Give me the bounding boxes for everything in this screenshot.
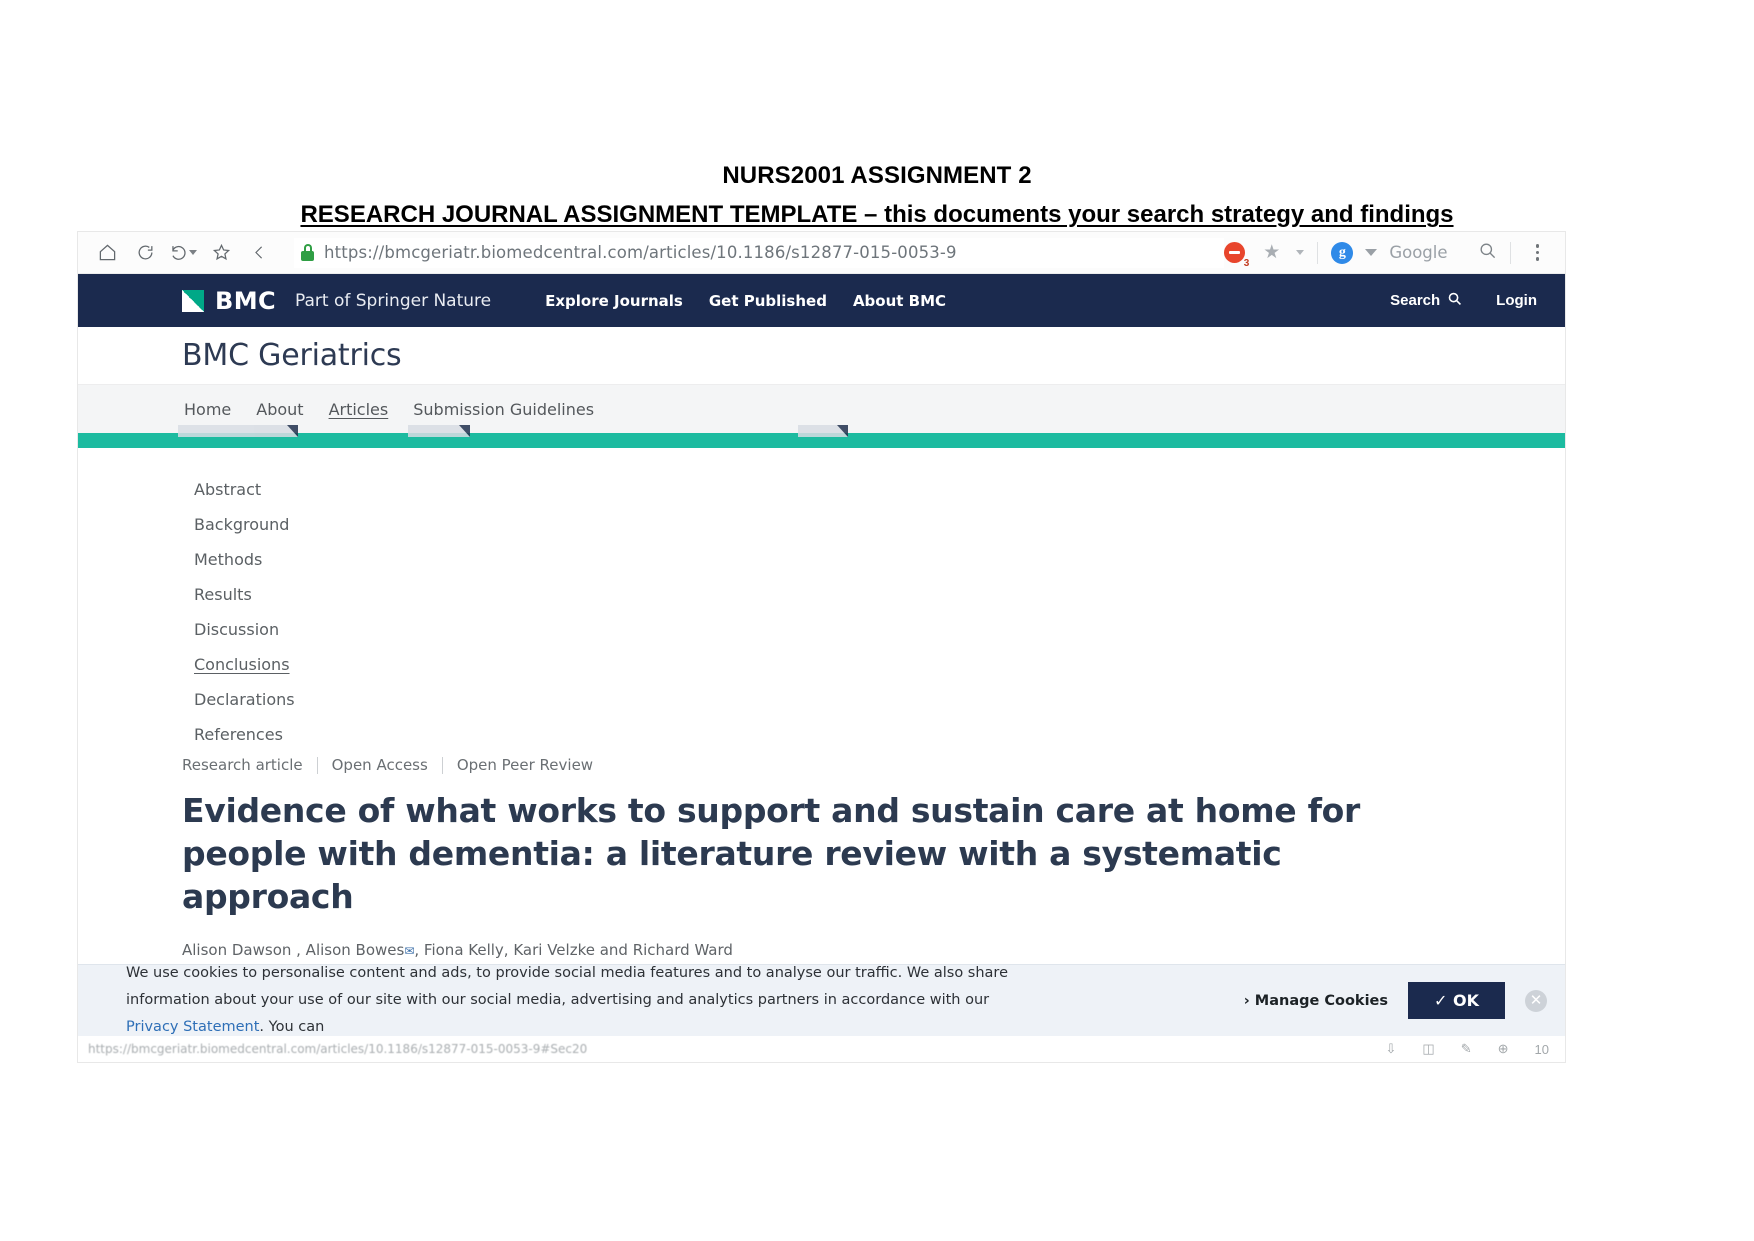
nav-link-explore-journals[interactable]: Explore Journals	[545, 292, 683, 310]
envelope-icon[interactable]: ✉	[404, 944, 414, 958]
history-back-icon[interactable]	[164, 238, 202, 268]
caret-down-icon	[189, 250, 197, 255]
zoom-icon[interactable]: ⊕	[1498, 1041, 1509, 1057]
authors-post: , Fiona Kelly, Kari Velzke and Richard W…	[414, 940, 733, 959]
cookie-ok-button[interactable]: ✓ OK	[1408, 982, 1505, 1019]
cookie-text-part2: . You can	[259, 1018, 325, 1035]
kebab-menu-icon[interactable]	[1528, 244, 1548, 261]
article-body: Abstract Background Methods Results Disc…	[78, 448, 1565, 985]
nav-link-about-bmc[interactable]: About BMC	[853, 292, 946, 310]
toc-item-discussion[interactable]: Discussion	[194, 612, 279, 647]
article-authors: Alison Dawson , Alison Bowes✉, Fiona Kel…	[78, 941, 1565, 959]
login-button[interactable]: Login	[1496, 292, 1537, 309]
browser-statusbar: https://bmcgeriatr.biomedcentral.com/art…	[78, 1036, 1565, 1062]
share-icon[interactable]: ⇩	[1386, 1041, 1397, 1057]
search-icon	[1447, 291, 1462, 310]
subnav-item-articles[interactable]: Articles	[329, 400, 389, 419]
article-meta: Research article Open Access Open Peer R…	[78, 756, 1565, 774]
ribbon-artifact	[178, 425, 298, 437]
authors-pre: Alison Dawson , Alison Bowes	[182, 940, 405, 959]
toc-item-abstract[interactable]: Abstract	[194, 472, 261, 507]
bmc-navbar: BMC Part of Springer Nature Explore Jour…	[78, 274, 1565, 327]
close-icon[interactable]: ✕	[1525, 989, 1547, 1012]
bmc-nav-links: Explore Journals Get Published About BMC	[545, 292, 946, 310]
toc-item-references[interactable]: References	[194, 717, 283, 752]
star-outline-icon[interactable]	[202, 238, 240, 268]
reading-view-icon[interactable]: ◫	[1422, 1041, 1434, 1057]
article-toc: Abstract Background Methods Results Disc…	[78, 472, 1565, 752]
page-subtitle: RESEARCH JOURNAL ASSIGNMENT TEMPLATE – t…	[300, 201, 1454, 229]
bmc-logo[interactable]: BMC Part of Springer Nature	[182, 287, 491, 315]
subnav-item-home[interactable]: Home	[184, 400, 231, 419]
chevron-left-icon[interactable]	[240, 238, 278, 268]
toc-item-background[interactable]: Background	[194, 507, 289, 542]
browser-screenshot: https://bmcgeriatr.biomedcentral.com/art…	[78, 232, 1565, 1062]
site-search-button[interactable]: Search	[1390, 291, 1462, 310]
toc-item-declarations[interactable]: Declarations	[194, 682, 295, 717]
padlock-icon	[300, 244, 315, 261]
bmc-nav-right: Search Login	[1390, 291, 1537, 310]
nav-link-get-published[interactable]: Get Published	[709, 292, 827, 310]
cookie-banner: We use cookies to personalise content an…	[78, 964, 1565, 1036]
statusbar-icons: ⇩ ◫ ✎ ⊕ 10	[1386, 1041, 1549, 1057]
zoom-level: 10	[1534, 1041, 1549, 1057]
divider	[441, 756, 443, 774]
adblock-icon	[1224, 242, 1246, 263]
address-bar[interactable]: https://bmcgeriatr.biomedcentral.com/art…	[294, 237, 1225, 268]
status-url: https://bmcgeriatr.biomedcentral.com/art…	[88, 1042, 588, 1056]
divider	[1317, 241, 1319, 264]
home-icon[interactable]	[88, 238, 126, 268]
search-provider-label: Google	[1389, 243, 1448, 262]
manage-cookies-button[interactable]: › Manage Cookies	[1244, 993, 1388, 1009]
divider	[316, 756, 318, 774]
star-filled-icon[interactable]: ★	[1263, 243, 1280, 262]
caret-down-icon[interactable]	[1296, 250, 1305, 255]
browser-toolbar: https://bmcgeriatr.biomedcentral.com/art…	[78, 232, 1565, 274]
open-access-badge: Open Access	[331, 756, 428, 774]
ribbon-artifact	[798, 425, 848, 437]
refresh-icon[interactable]	[126, 238, 164, 268]
toolbar-right-group: 3 ★ g Google	[1224, 241, 1551, 269]
document-heading: NURS2001 ASSIGNMENT 2 RESEARCH JOURNAL A…	[0, 0, 1754, 232]
cookie-banner-text: We use cookies to personalise content an…	[126, 960, 1026, 1040]
notes-icon[interactable]: ✎	[1461, 1041, 1472, 1057]
journal-title-band: BMC Geriatrics	[78, 327, 1565, 384]
toc-item-conclusions[interactable]: Conclusions	[194, 647, 290, 682]
privacy-statement-link[interactable]: Privacy Statement	[126, 1019, 259, 1035]
journal-name[interactable]: BMC Geriatrics	[182, 338, 402, 373]
search-icon[interactable]	[1478, 241, 1497, 265]
article-title: Evidence of what works to support and su…	[182, 791, 1360, 916]
adblock-button[interactable]: 3	[1224, 242, 1249, 269]
ribbon-artifact	[408, 425, 470, 437]
url-text: https://bmcgeriatr.biomedcentral.com/art…	[324, 243, 957, 262]
toc-item-results[interactable]: Results	[194, 577, 252, 612]
toc-item-methods[interactable]: Methods	[194, 542, 262, 577]
adblock-badge: 3	[1243, 258, 1250, 269]
bmc-logo-icon	[182, 289, 204, 312]
subnav-item-about[interactable]: About	[256, 400, 303, 419]
open-peer-review-badge: Open Peer Review	[456, 756, 594, 774]
cookie-banner-actions: › Manage Cookies ✓ OK ✕	[1244, 982, 1547, 1019]
page-title: NURS2001 ASSIGNMENT 2	[722, 162, 1032, 189]
cookie-text-part1: We use cookies to personalise content an…	[126, 965, 1008, 1009]
bmc-logo-tagline: Part of Springer Nature	[295, 290, 492, 311]
subnav-item-submission-guidelines[interactable]: Submission Guidelines	[413, 400, 594, 419]
site-search-label: Search	[1390, 292, 1441, 309]
article-type-badge: Research article	[182, 756, 303, 774]
manage-cookies-label: Manage Cookies	[1254, 992, 1389, 1009]
teal-divider	[78, 425, 1565, 448]
divider	[1509, 241, 1511, 264]
chevron-down-icon[interactable]	[1365, 249, 1378, 256]
bmc-logo-text: BMC	[215, 286, 276, 315]
google-account-icon[interactable]: g	[1331, 241, 1354, 264]
